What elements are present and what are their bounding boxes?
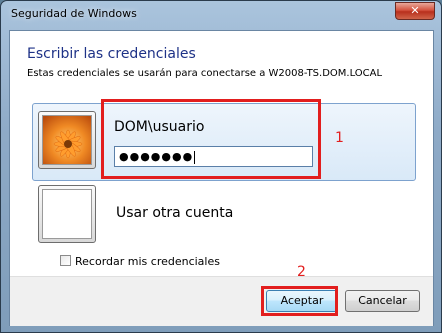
credential-username: DOM\usuario [114,119,205,135]
dialog-heading: Escribir las credenciales [27,46,196,62]
remember-checkbox[interactable] [60,255,71,266]
blank-user-icon [42,189,92,239]
dialog-subtext: Estas credenciales se usarán para conect… [27,68,383,79]
user-avatar-flower [38,111,96,169]
remember-label: Recordar mis credenciales [75,255,220,268]
password-mask: ●●●●●●● [119,150,194,163]
flower-picture-icon [42,115,92,165]
other-account-avatar[interactable] [38,185,96,243]
remember-credentials[interactable]: Recordar mis credenciales [60,255,220,268]
text-caret [194,150,196,164]
close-button[interactable]: ✕ [395,2,435,20]
dialog-client-area: Escribir las credenciales Estas credenci… [9,30,434,326]
use-other-account-label[interactable]: Usar otra cuenta [116,205,233,221]
ok-button[interactable]: Aceptar [266,290,338,312]
window-title: Seguridad de Windows [11,7,137,20]
annotation-number-2: 2 [297,264,306,280]
annotation-number-1: 1 [335,130,344,146]
security-dialog-window: Seguridad de Windows ✕ Escribir las cred… [0,0,442,333]
dialog-footer: Aceptar Cancelar [10,276,433,326]
cancel-button[interactable]: Cancelar [345,290,420,312]
password-field[interactable]: ●●●●●●● [114,146,313,167]
